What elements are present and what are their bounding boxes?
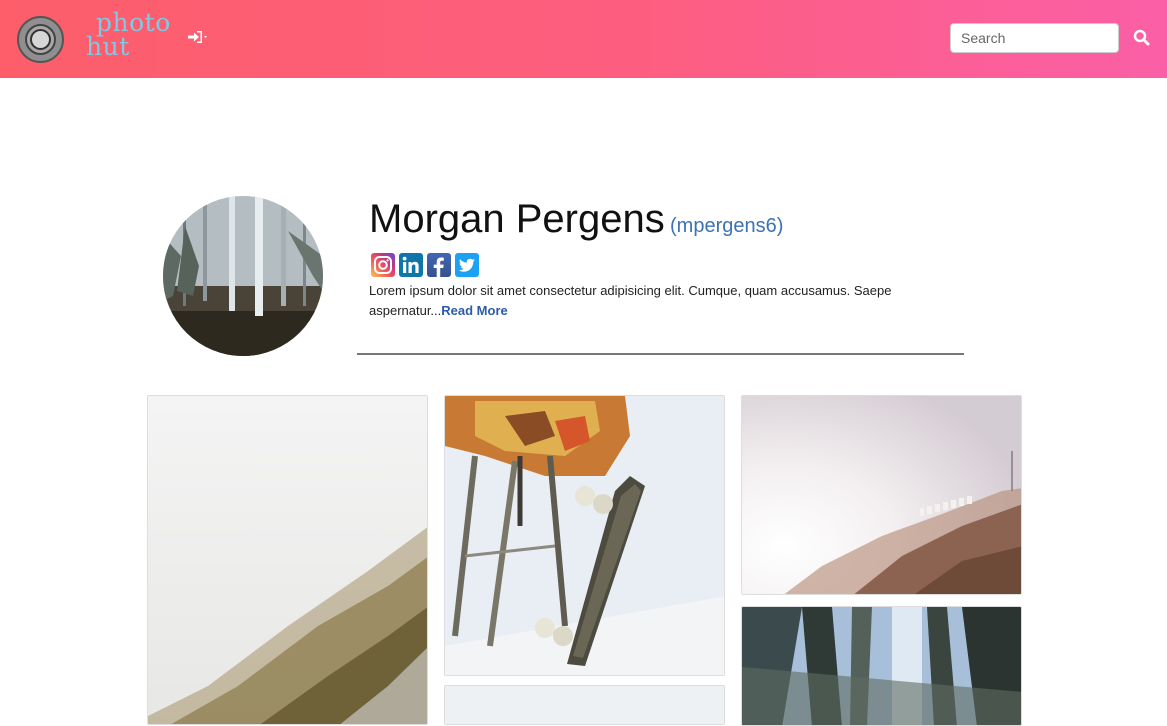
instagram-icon[interactable] — [371, 253, 395, 277]
gallery-photo[interactable] — [147, 395, 428, 725]
search-input[interactable] — [950, 23, 1119, 53]
search-icon[interactable] — [1131, 27, 1153, 49]
twitter-icon[interactable] — [455, 253, 479, 277]
profile-bio: Lorem ipsum dolor sit amet consectetur a… — [369, 281, 929, 320]
read-more-link[interactable]: Read More — [441, 303, 507, 318]
brand-line-2: hut — [86, 32, 130, 61]
camera-lens-logo-icon[interactable] — [17, 16, 64, 63]
gallery-photo[interactable] — [444, 395, 725, 676]
brand-line-1: photo — [96, 8, 171, 37]
profile-divider — [357, 353, 964, 355]
profile-name: Morgan Pergens — [369, 197, 665, 241]
sign-in-icon[interactable] — [187, 29, 211, 45]
gallery-photo[interactable] — [741, 395, 1022, 595]
profile-avatar — [163, 196, 323, 356]
profile-handle[interactable]: (mpergens6) — [670, 215, 783, 238]
facebook-icon[interactable] — [427, 253, 451, 277]
linkedin-icon[interactable] — [399, 253, 423, 277]
brand-logo[interactable]: photo hut — [86, 8, 176, 64]
gallery-photo[interactable] — [444, 685, 725, 725]
gallery-photo[interactable] — [741, 606, 1022, 726]
navbar: photo hut — [0, 0, 1167, 78]
